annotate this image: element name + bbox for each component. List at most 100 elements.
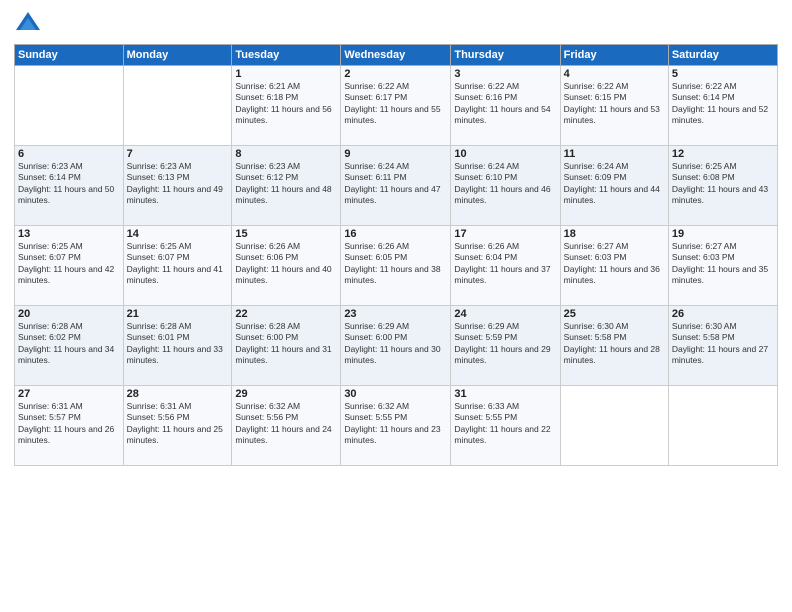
calendar-cell: 24Sunrise: 6:29 AM Sunset: 5:59 PM Dayli… <box>451 306 560 386</box>
day-info: Sunrise: 6:24 AM Sunset: 6:09 PM Dayligh… <box>564 161 665 207</box>
day-number: 21 <box>127 308 229 320</box>
day-number: 12 <box>672 148 774 160</box>
calendar-cell: 7Sunrise: 6:23 AM Sunset: 6:13 PM Daylig… <box>123 146 232 226</box>
calendar-cell <box>123 66 232 146</box>
calendar-cell: 26Sunrise: 6:30 AM Sunset: 5:58 PM Dayli… <box>668 306 777 386</box>
day-info: Sunrise: 6:32 AM Sunset: 5:55 PM Dayligh… <box>344 401 447 447</box>
day-number: 28 <box>127 388 229 400</box>
day-info: Sunrise: 6:26 AM Sunset: 6:05 PM Dayligh… <box>344 241 447 287</box>
calendar-week-4: 20Sunrise: 6:28 AM Sunset: 6:02 PM Dayli… <box>15 306 778 386</box>
calendar-cell <box>15 66 124 146</box>
day-info: Sunrise: 6:22 AM Sunset: 6:15 PM Dayligh… <box>564 81 665 127</box>
weekday-header-wednesday: Wednesday <box>341 45 451 66</box>
calendar-cell: 20Sunrise: 6:28 AM Sunset: 6:02 PM Dayli… <box>15 306 124 386</box>
calendar-cell: 14Sunrise: 6:25 AM Sunset: 6:07 PM Dayli… <box>123 226 232 306</box>
day-number: 20 <box>18 308 120 320</box>
calendar-cell: 25Sunrise: 6:30 AM Sunset: 5:58 PM Dayli… <box>560 306 668 386</box>
calendar-cell: 9Sunrise: 6:24 AM Sunset: 6:11 PM Daylig… <box>341 146 451 226</box>
calendar-cell: 5Sunrise: 6:22 AM Sunset: 6:14 PM Daylig… <box>668 66 777 146</box>
day-number: 13 <box>18 228 120 240</box>
day-info: Sunrise: 6:25 AM Sunset: 6:07 PM Dayligh… <box>18 241 120 287</box>
day-info: Sunrise: 6:33 AM Sunset: 5:55 PM Dayligh… <box>454 401 556 447</box>
calendar-cell: 1Sunrise: 6:21 AM Sunset: 6:18 PM Daylig… <box>232 66 341 146</box>
day-info: Sunrise: 6:28 AM Sunset: 6:02 PM Dayligh… <box>18 321 120 367</box>
day-info: Sunrise: 6:22 AM Sunset: 6:14 PM Dayligh… <box>672 81 774 127</box>
day-number: 9 <box>344 148 447 160</box>
weekday-header-monday: Monday <box>123 45 232 66</box>
day-number: 17 <box>454 228 556 240</box>
calendar-week-5: 27Sunrise: 6:31 AM Sunset: 5:57 PM Dayli… <box>15 386 778 466</box>
day-info: Sunrise: 6:25 AM Sunset: 6:08 PM Dayligh… <box>672 161 774 207</box>
day-number: 11 <box>564 148 665 160</box>
calendar-week-1: 1Sunrise: 6:21 AM Sunset: 6:18 PM Daylig… <box>15 66 778 146</box>
day-number: 3 <box>454 68 556 80</box>
calendar-cell: 15Sunrise: 6:26 AM Sunset: 6:06 PM Dayli… <box>232 226 341 306</box>
weekday-header-friday: Friday <box>560 45 668 66</box>
day-number: 19 <box>672 228 774 240</box>
day-info: Sunrise: 6:23 AM Sunset: 6:12 PM Dayligh… <box>235 161 337 207</box>
calendar-cell: 29Sunrise: 6:32 AM Sunset: 5:56 PM Dayli… <box>232 386 341 466</box>
day-number: 15 <box>235 228 337 240</box>
calendar-cell: 8Sunrise: 6:23 AM Sunset: 6:12 PM Daylig… <box>232 146 341 226</box>
calendar-cell: 28Sunrise: 6:31 AM Sunset: 5:56 PM Dayli… <box>123 386 232 466</box>
day-number: 14 <box>127 228 229 240</box>
calendar-table: SundayMondayTuesdayWednesdayThursdayFrid… <box>14 44 778 466</box>
day-info: Sunrise: 6:31 AM Sunset: 5:56 PM Dayligh… <box>127 401 229 447</box>
weekday-header-tuesday: Tuesday <box>232 45 341 66</box>
calendar-cell: 22Sunrise: 6:28 AM Sunset: 6:00 PM Dayli… <box>232 306 341 386</box>
day-number: 18 <box>564 228 665 240</box>
day-number: 2 <box>344 68 447 80</box>
page: SundayMondayTuesdayWednesdayThursdayFrid… <box>0 0 792 612</box>
calendar-cell: 13Sunrise: 6:25 AM Sunset: 6:07 PM Dayli… <box>15 226 124 306</box>
day-number: 1 <box>235 68 337 80</box>
day-info: Sunrise: 6:26 AM Sunset: 6:06 PM Dayligh… <box>235 241 337 287</box>
day-info: Sunrise: 6:26 AM Sunset: 6:04 PM Dayligh… <box>454 241 556 287</box>
day-info: Sunrise: 6:29 AM Sunset: 5:59 PM Dayligh… <box>454 321 556 367</box>
calendar-cell: 31Sunrise: 6:33 AM Sunset: 5:55 PM Dayli… <box>451 386 560 466</box>
day-info: Sunrise: 6:29 AM Sunset: 6:00 PM Dayligh… <box>344 321 447 367</box>
day-info: Sunrise: 6:25 AM Sunset: 6:07 PM Dayligh… <box>127 241 229 287</box>
calendar-cell: 23Sunrise: 6:29 AM Sunset: 6:00 PM Dayli… <box>341 306 451 386</box>
calendar-cell: 10Sunrise: 6:24 AM Sunset: 6:10 PM Dayli… <box>451 146 560 226</box>
calendar-cell: 6Sunrise: 6:23 AM Sunset: 6:14 PM Daylig… <box>15 146 124 226</box>
calendar-week-3: 13Sunrise: 6:25 AM Sunset: 6:07 PM Dayli… <box>15 226 778 306</box>
day-number: 23 <box>344 308 447 320</box>
calendar-cell: 12Sunrise: 6:25 AM Sunset: 6:08 PM Dayli… <box>668 146 777 226</box>
calendar-cell: 30Sunrise: 6:32 AM Sunset: 5:55 PM Dayli… <box>341 386 451 466</box>
day-number: 31 <box>454 388 556 400</box>
day-info: Sunrise: 6:24 AM Sunset: 6:10 PM Dayligh… <box>454 161 556 207</box>
day-number: 25 <box>564 308 665 320</box>
calendar-cell: 16Sunrise: 6:26 AM Sunset: 6:05 PM Dayli… <box>341 226 451 306</box>
weekday-header-saturday: Saturday <box>668 45 777 66</box>
header <box>14 10 778 38</box>
day-number: 6 <box>18 148 120 160</box>
day-info: Sunrise: 6:30 AM Sunset: 5:58 PM Dayligh… <box>672 321 774 367</box>
day-info: Sunrise: 6:28 AM Sunset: 6:01 PM Dayligh… <box>127 321 229 367</box>
logo <box>14 10 46 38</box>
day-number: 8 <box>235 148 337 160</box>
day-number: 26 <box>672 308 774 320</box>
day-number: 27 <box>18 388 120 400</box>
day-info: Sunrise: 6:22 AM Sunset: 6:17 PM Dayligh… <box>344 81 447 127</box>
calendar-cell: 19Sunrise: 6:27 AM Sunset: 6:03 PM Dayli… <box>668 226 777 306</box>
calendar-week-2: 6Sunrise: 6:23 AM Sunset: 6:14 PM Daylig… <box>15 146 778 226</box>
calendar-cell: 27Sunrise: 6:31 AM Sunset: 5:57 PM Dayli… <box>15 386 124 466</box>
day-info: Sunrise: 6:23 AM Sunset: 6:13 PM Dayligh… <box>127 161 229 207</box>
calendar-cell: 21Sunrise: 6:28 AM Sunset: 6:01 PM Dayli… <box>123 306 232 386</box>
calendar-cell: 4Sunrise: 6:22 AM Sunset: 6:15 PM Daylig… <box>560 66 668 146</box>
day-info: Sunrise: 6:27 AM Sunset: 6:03 PM Dayligh… <box>564 241 665 287</box>
day-info: Sunrise: 6:27 AM Sunset: 6:03 PM Dayligh… <box>672 241 774 287</box>
day-number: 24 <box>454 308 556 320</box>
calendar-cell: 2Sunrise: 6:22 AM Sunset: 6:17 PM Daylig… <box>341 66 451 146</box>
logo-icon <box>14 10 42 38</box>
day-number: 22 <box>235 308 337 320</box>
day-number: 29 <box>235 388 337 400</box>
day-number: 10 <box>454 148 556 160</box>
day-number: 30 <box>344 388 447 400</box>
day-info: Sunrise: 6:24 AM Sunset: 6:11 PM Dayligh… <box>344 161 447 207</box>
day-number: 16 <box>344 228 447 240</box>
day-info: Sunrise: 6:22 AM Sunset: 6:16 PM Dayligh… <box>454 81 556 127</box>
day-info: Sunrise: 6:21 AM Sunset: 6:18 PM Dayligh… <box>235 81 337 127</box>
weekday-header-row: SundayMondayTuesdayWednesdayThursdayFrid… <box>15 45 778 66</box>
calendar-cell <box>560 386 668 466</box>
